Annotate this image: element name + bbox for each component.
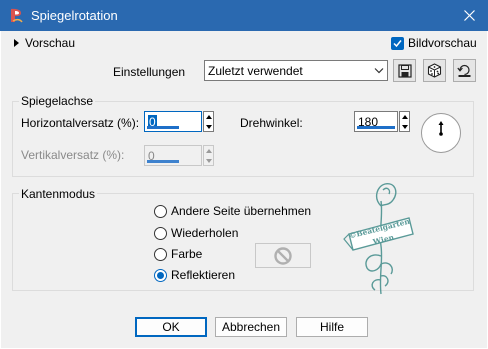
chevron-down-icon — [374, 68, 384, 74]
cancel-button-label: Abbrechen — [221, 320, 281, 334]
radio-reflect-label: Reflektieren — [171, 268, 236, 282]
vertical-offset-input: 0 — [144, 145, 202, 166]
live-preview-label: Bildvorschau — [408, 36, 477, 50]
spin-down-arrow-icon[interactable] — [204, 122, 213, 131]
settings-dropdown[interactable]: Zuletzt verwendet — [204, 60, 388, 81]
help-button-label: Hilfe — [319, 320, 344, 334]
rotation-spinbox[interactable]: 180 — [354, 111, 410, 132]
dial-needle-icon — [438, 121, 444, 136]
radio-other-side-label: Andere Seite übernehmen — [171, 204, 312, 218]
checkbox-checked-icon — [391, 36, 404, 50]
cancel-button[interactable]: Abbrechen — [215, 317, 287, 337]
spin-down-arrow-icon[interactable] — [400, 122, 409, 131]
save-preset-icon — [397, 63, 412, 78]
radio-repeat[interactable]: Wiederholen — [154, 226, 238, 240]
radio-color[interactable]: Farbe — [154, 247, 202, 261]
watermark-logo: ©Beatelgarten Wien — [343, 183, 414, 295]
no-symbol-icon — [274, 246, 292, 265]
mirror-axis-group-title: Spiegelachse — [19, 94, 96, 108]
window-title: Spiegelrotation — [31, 8, 118, 23]
radio-reflect[interactable]: Reflektieren — [154, 268, 235, 282]
settings-label: Einstellungen — [113, 65, 186, 79]
rotation-dial[interactable] — [421, 113, 461, 153]
reset-button[interactable] — [453, 59, 476, 82]
title-bar: Spiegelrotation — [0, 0, 488, 31]
horizontal-offset-slider-bar[interactable] — [147, 126, 179, 129]
close-button[interactable] — [458, 5, 480, 26]
spin-up-arrow-icon — [204, 146, 213, 155]
vertical-offset-slider-bar — [147, 160, 179, 163]
rotation-label: Drehwinkel: — [240, 116, 303, 130]
save-preset-button[interactable] — [393, 59, 416, 82]
spin-down-arrow-icon — [204, 156, 213, 165]
preview-toggle[interactable]: Vorschau — [14, 36, 75, 50]
radio-color-label: Farbe — [171, 247, 203, 261]
reset-icon — [457, 64, 471, 77]
vertical-offset-label: Vertikalversatz (%): — [21, 148, 125, 162]
radio-checked-icon — [154, 268, 167, 282]
ok-button-label: OK — [162, 320, 180, 334]
randomize-icon — [427, 63, 442, 78]
radio-unchecked-icon — [154, 204, 167, 218]
horizontal-offset-input[interactable]: 0 — [144, 111, 202, 132]
help-button[interactable]: Hilfe — [296, 317, 368, 337]
rotation-spin-buttons[interactable] — [399, 111, 410, 132]
randomize-button[interactable] — [423, 59, 446, 82]
horizontal-offset-spin-buttons[interactable] — [203, 111, 214, 132]
edge-color-swatch — [255, 243, 311, 268]
ok-button[interactable]: OK — [135, 317, 207, 337]
horizontal-offset-label: Horizontalversatz (%): — [21, 116, 140, 130]
horizontal-offset-spinbox[interactable]: 0 — [144, 111, 214, 132]
psp-logo-icon — [11, 8, 23, 23]
radio-unchecked-icon — [154, 226, 167, 240]
radio-other-side[interactable]: Andere Seite übernehmen — [154, 204, 311, 218]
edge-mode-group-title: Kantenmodus — [19, 187, 98, 201]
settings-dropdown-value: Zuletzt verwendet — [208, 64, 303, 78]
vertical-offset-spin-buttons — [203, 145, 214, 166]
spin-up-arrow-icon[interactable] — [204, 112, 213, 121]
vertical-offset-spinbox: 0 — [144, 145, 214, 166]
live-preview-checkbox[interactable]: Bildvorschau — [391, 36, 477, 50]
rotation-input[interactable]: 180 — [354, 111, 398, 132]
expand-arrow-icon — [14, 39, 19, 47]
radio-repeat-label: Wiederholen — [171, 226, 239, 240]
preview-label: Vorschau — [25, 36, 76, 50]
spin-up-arrow-icon[interactable] — [400, 112, 409, 121]
radio-unchecked-icon — [154, 247, 167, 261]
rotation-slider-bar[interactable] — [357, 126, 395, 129]
close-icon — [463, 10, 475, 21]
